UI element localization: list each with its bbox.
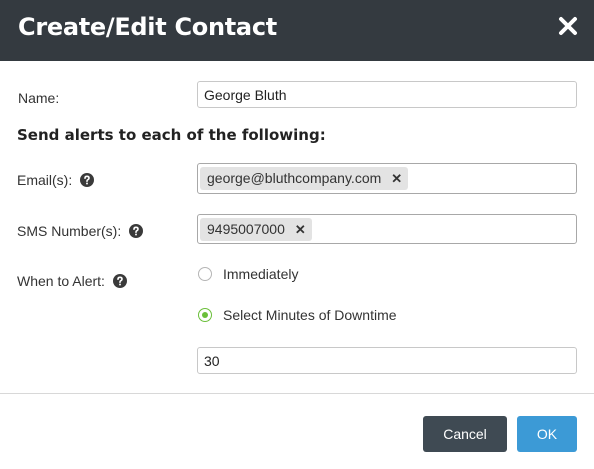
create-edit-contact-dialog: Create/Edit Contact Name: Send alerts to…	[0, 0, 594, 469]
emails-label-row: Email(s):	[17, 172, 95, 188]
name-input[interactable]	[197, 81, 577, 108]
sms-label: SMS Number(s):	[17, 223, 122, 239]
help-icon[interactable]	[80, 173, 95, 187]
minutes-input[interactable]	[197, 347, 577, 374]
email-tag-text: george@bluthcompany.com	[207, 170, 382, 186]
name-label: Name:	[18, 90, 60, 106]
when-label: When to Alert:	[17, 273, 105, 289]
help-icon[interactable]	[129, 224, 144, 238]
sms-tag-input[interactable]: 9495007000 ✕	[197, 214, 577, 244]
emails-label: Email(s):	[17, 172, 73, 188]
radio-label-select-minutes: Select Minutes of Downtime	[223, 307, 397, 323]
when-label-row: When to Alert:	[17, 273, 127, 289]
dialog-title: Create/Edit Contact	[18, 13, 277, 41]
radio-button-selected[interactable]	[198, 308, 212, 322]
x-icon[interactable]: ✕	[391, 167, 402, 190]
emails-tag-input[interactable]: george@bluthcompany.com ✕	[197, 163, 577, 194]
x-icon[interactable]: ✕	[295, 218, 306, 241]
section-title: Send alerts to each of the following:	[17, 126, 326, 144]
help-icon[interactable]	[112, 274, 127, 288]
cancel-button[interactable]: Cancel	[423, 416, 507, 452]
radio-immediately[interactable]: Immediately	[198, 266, 298, 282]
ok-button[interactable]: OK	[517, 416, 577, 452]
close-icon[interactable]	[556, 14, 580, 38]
dialog-header: Create/Edit Contact	[0, 0, 594, 61]
radio-select-minutes[interactable]: Select Minutes of Downtime	[198, 307, 397, 323]
footer-divider	[0, 393, 594, 394]
sms-tag: 9495007000 ✕	[200, 218, 312, 241]
radio-label-immediately: Immediately	[223, 266, 299, 282]
radio-button[interactable]	[198, 267, 212, 281]
email-tag: george@bluthcompany.com ✕	[200, 167, 409, 190]
sms-label-row: SMS Number(s):	[17, 223, 144, 239]
sms-tag-text: 9495007000	[207, 221, 285, 237]
